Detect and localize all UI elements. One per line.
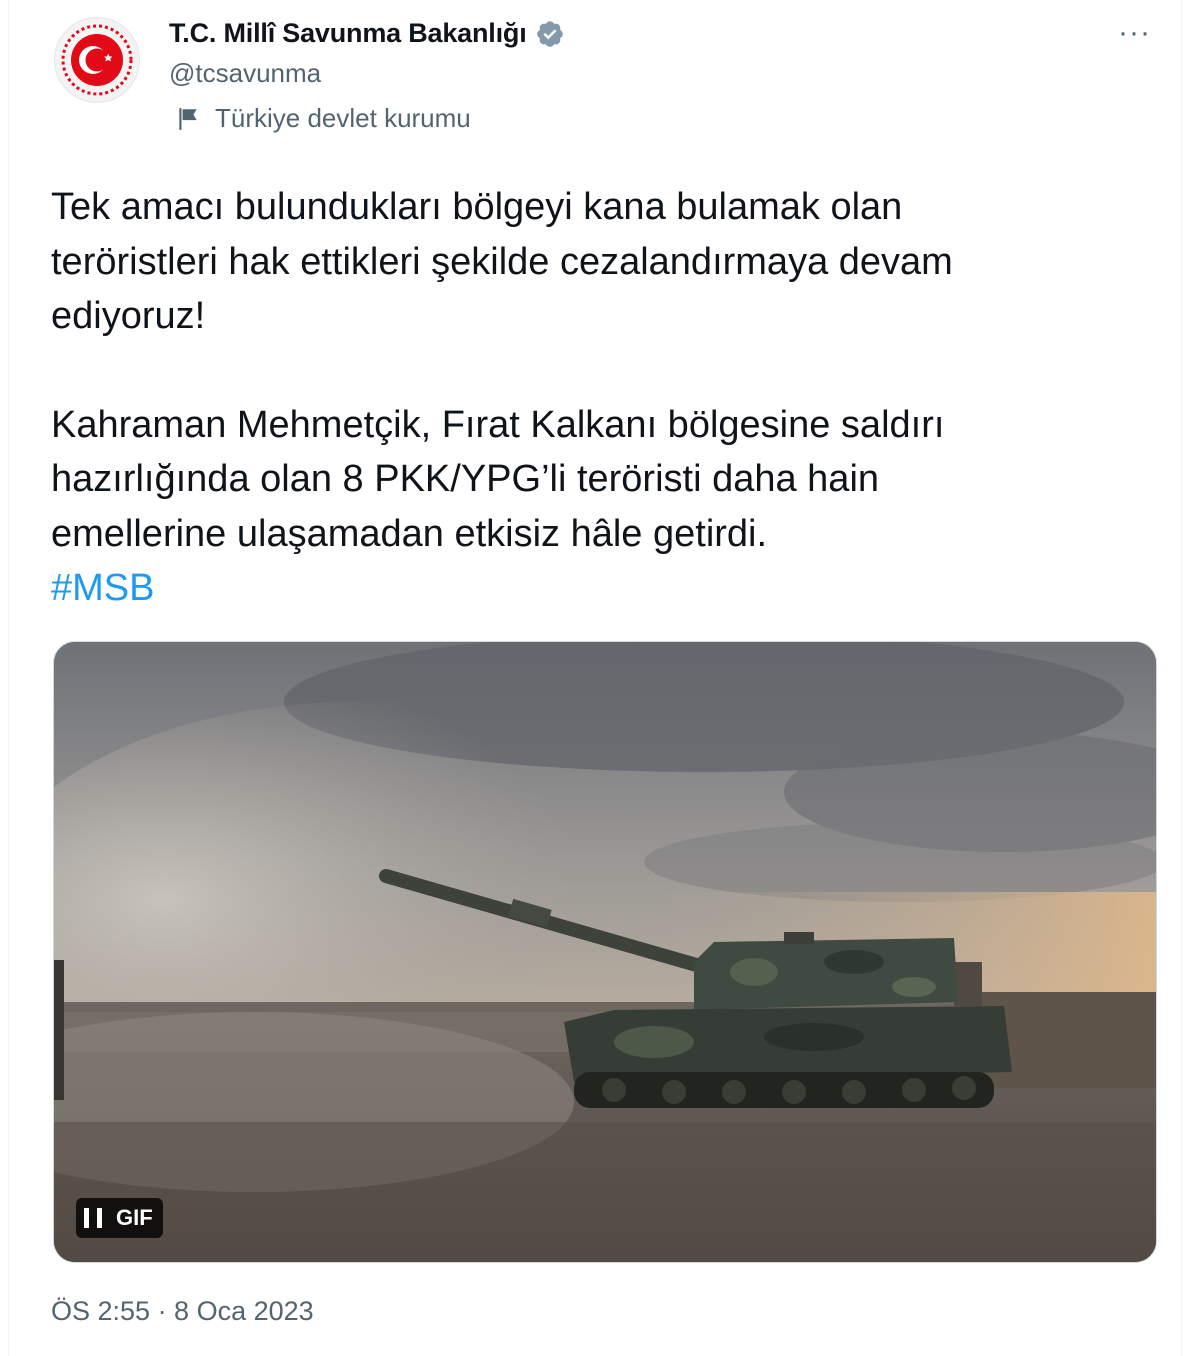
crescent-star-emblem-icon	[57, 20, 137, 100]
pause-icon[interactable]	[84, 1208, 102, 1228]
tweet-text: Tek amacı bulundukları bölgeyi kana bula…	[51, 180, 1151, 616]
gif-label: GIF	[116, 1205, 153, 1230]
hashtag-link[interactable]: #MSB	[51, 561, 1151, 616]
account-handle[interactable]: @tcsavunma	[169, 58, 321, 89]
tweet-timestamp[interactable]: ÖS 2:55 · 8 Oca 2023	[51, 1296, 314, 1327]
more-options-button[interactable]: ···	[1118, 18, 1151, 48]
tweet-media-gif[interactable]: GIF	[53, 641, 1157, 1263]
flag-icon	[179, 107, 197, 130]
government-label-text: Türkiye devlet kurumu	[215, 103, 471, 133]
display-name-row[interactable]: T.C. Millî Savunma Bakanlığı	[169, 18, 565, 49]
tweet-paragraph-2: Kahraman Mehmetçik, Fırat Kalkanı bölges…	[51, 403, 945, 555]
howitzer-photo	[54, 642, 1156, 1262]
avatar[interactable]	[55, 18, 139, 102]
display-name[interactable]: T.C. Millî Savunma Bakanlığı	[169, 18, 527, 49]
government-label: Türkiye devlet kurumu	[175, 103, 471, 134]
gif-badge[interactable]: GIF	[76, 1198, 163, 1238]
verified-badge-icon	[536, 20, 563, 47]
tweet-card: T.C. Millî Savunma Bakanlığı @tcsavunma …	[8, 0, 1182, 1356]
tweet-paragraph-1: Tek amacı bulundukları bölgeyi kana bula…	[51, 186, 953, 337]
